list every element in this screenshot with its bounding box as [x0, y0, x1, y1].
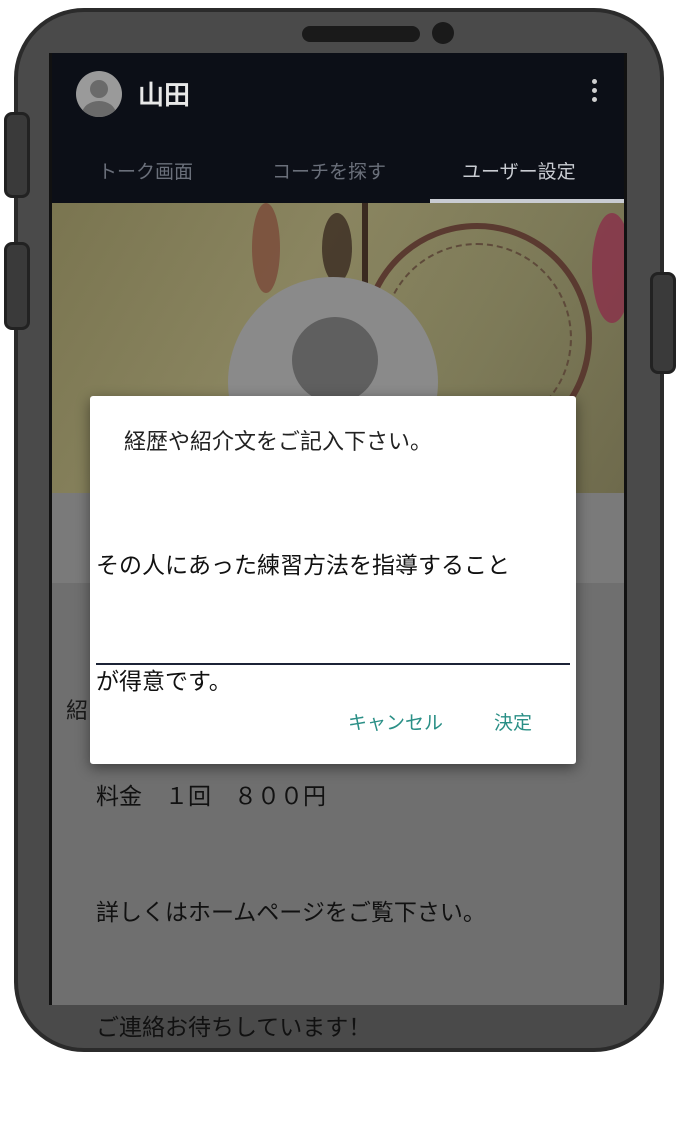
intro-line: その人にあった練習方法を指導すること	[96, 553, 510, 579]
speaker	[302, 26, 420, 42]
intro-section-label: 紹	[66, 699, 89, 724]
tab-talk[interactable]: トーク画面	[98, 157, 193, 184]
user-avatar-icon[interactable]	[76, 71, 122, 117]
volume-up-button	[4, 112, 30, 198]
tab-user-settings[interactable]: ユーザー設定	[462, 157, 576, 184]
tab-bar: トーク画面 コーチを探す ユーザー設定	[52, 145, 624, 203]
dialog-title: 経歴や紹介文をご記入下さい。	[124, 430, 433, 455]
power-button	[650, 272, 676, 374]
text-field-underline	[96, 663, 570, 665]
camera	[432, 22, 454, 44]
intro-edit-dialog: 経歴や紹介文をご記入下さい。 その人にあった練習方法を指導すること が得意です。…	[90, 396, 576, 1041]
tab-find-coach[interactable]: コーチを探す	[272, 157, 386, 184]
more-vert-icon[interactable]	[592, 79, 598, 107]
intro-line: 料金 １回 ８００円	[96, 784, 326, 810]
intro-line: が得意です。	[96, 668, 232, 695]
app-bar: 山田 トーク画面 コーチを探す ユーザー設定	[52, 53, 624, 203]
ok-button[interactable]: 決定	[494, 708, 532, 735]
intro-line: 詳しくはホームページをご覧下さい。	[96, 899, 486, 926]
cancel-button[interactable]: キャンセル	[348, 708, 443, 735]
intro-line: ご連絡お待ちしています！	[96, 1015, 372, 1041]
intro-text-field[interactable]: その人にあった練習方法を指導すること が得意です。 料金 １回 ８００円 詳しく…	[96, 470, 570, 1125]
volume-down-button	[4, 242, 30, 330]
username: 山田	[138, 81, 191, 111]
